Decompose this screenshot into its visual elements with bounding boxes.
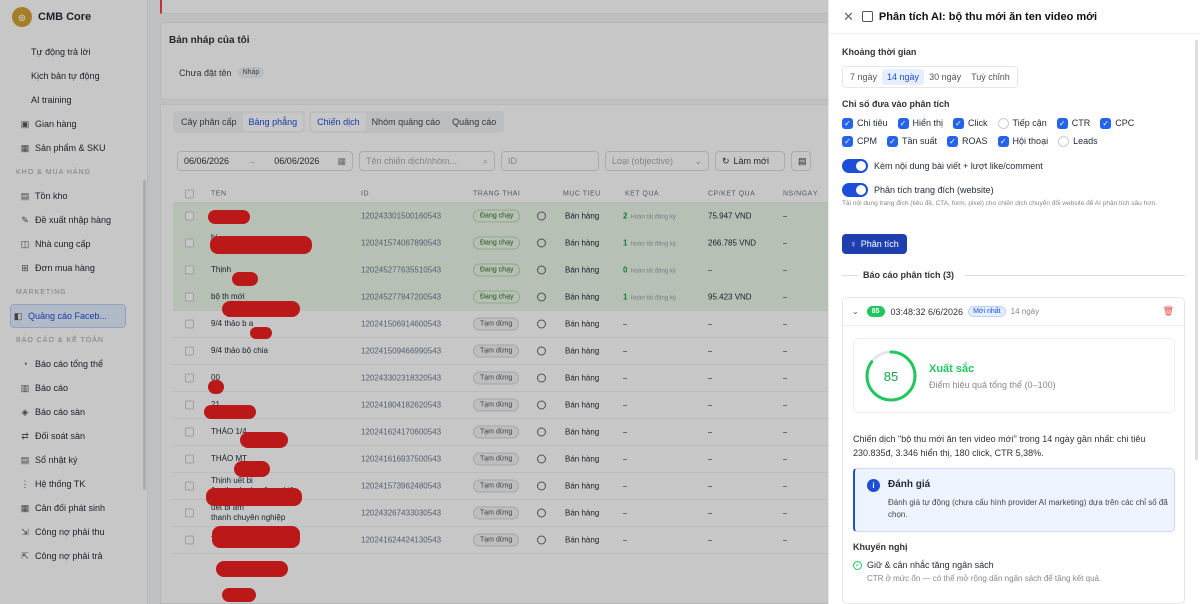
report-card-header[interactable]: ⌄ 85 03:48:32 6/6/2026 Mới nhất 14 ngày …	[843, 298, 1184, 326]
drawer-header: ✕ Phân tích AI: bộ thu mới ăn ten video …	[829, 0, 1200, 34]
chevron-down-icon[interactable]: ⌄	[852, 307, 859, 316]
newest-badge: Mới nhất	[968, 306, 1006, 317]
app-root: ◎ CMB Core Tự động trả lời Kịch bản tự độ…	[0, 0, 1200, 604]
reports-title: Báo cáo phân tích (3)	[863, 270, 955, 280]
divider	[965, 275, 1185, 276]
drawer-scrollbar[interactable]	[1195, 40, 1198, 460]
metric-label: Leads	[1073, 136, 1098, 146]
divider	[842, 275, 858, 276]
landing-page-hint: Tải nội dung trang đích (tiêu đề, CTA, f…	[842, 200, 1157, 207]
checkbox-checked-icon[interactable]: ✓	[842, 117, 853, 129]
checkbox-empty-icon[interactable]	[997, 117, 1009, 129]
recommendation-detail: CTR ở mức ổn — có thể mở rộng dần ngân s…	[867, 574, 1102, 583]
period-7[interactable]: 7 ngày	[845, 69, 882, 85]
checkbox-checked-icon[interactable]: ✓	[842, 135, 853, 147]
grade-subtitle: Điểm hiệu quả tổng thể (0–100)	[929, 380, 1056, 390]
period-30[interactable]: 30 ngày	[924, 69, 966, 85]
checkbox-empty-icon[interactable]	[1058, 135, 1070, 147]
metric-checkbox[interactable]: Leads	[1058, 135, 1098, 147]
metrics-checkboxes: ✓ Chi tiêu ✓ Hiển thị ✓ Click Tiếp cận ✓ CTR ✓ CPC…	[842, 117, 1182, 147]
toggle-post-content[interactable]: Kèm nội dung bài viết + lượt like/commen…	[842, 159, 1043, 173]
metric-checkbox[interactable]: ✓ Click	[953, 117, 988, 129]
trash-icon[interactable]: 🗑	[1163, 306, 1174, 317]
period-14[interactable]: 14 ngày	[882, 69, 925, 85]
lightbulb-icon: ♀	[850, 239, 857, 249]
report-summary: Chiến dịch "bộ thu mới ăn ten video mới"…	[853, 434, 1146, 458]
period-label: Khoảng thời gian	[842, 47, 917, 57]
toggle-switch[interactable]	[842, 183, 868, 197]
check-circle-icon: ✓	[853, 560, 862, 570]
metric-label: CTR	[1071, 118, 1091, 128]
report-days: 14 ngày	[1010, 307, 1040, 316]
metric-checkbox[interactable]: ✓ Tần suất	[887, 135, 937, 147]
recommendation-title: Khuyến nghị	[853, 542, 908, 552]
info-icon: i	[867, 479, 880, 492]
evaluation-text: Đánh giá tự động (chưa cấu hình provider…	[888, 498, 1168, 519]
metric-label: ROAS	[962, 136, 988, 146]
toggle-landing-page[interactable]: Phân tích trang đích (website)	[842, 183, 994, 197]
grade-label: Xuất sắc	[929, 363, 975, 375]
toggle-landing-page-label: Phân tích trang đích (website)	[874, 185, 994, 195]
metric-checkbox[interactable]: Tiếp cận	[997, 117, 1047, 129]
modal-backdrop[interactable]	[0, 0, 828, 604]
evaluation-title: Đánh giá	[888, 479, 931, 490]
score-number: 85	[883, 368, 899, 384]
drawer-title: Phân tích AI: bộ thu mới ăn ten video mớ…	[878, 10, 1098, 23]
metric-label: Tần suất	[902, 136, 938, 146]
close-icon[interactable]: ✕	[843, 9, 854, 25]
document-icon	[861, 11, 873, 22]
score-badge: 85	[866, 306, 885, 317]
metric-checkbox[interactable]: ✓ Hiển thị	[897, 117, 944, 129]
period-selector: 7 ngày 14 ngày 30 ngày Tuỳ chỉnh	[842, 66, 1018, 88]
checkbox-checked-icon[interactable]: ✓	[953, 117, 965, 129]
report-card: ⌄ 85 03:48:32 6/6/2026 Mới nhất 14 ngày …	[842, 297, 1185, 604]
evaluation-box: i Đánh giá Đánh giá tự động (chưa cấu hì…	[853, 468, 1175, 532]
metric-label: Tiếp cận	[1012, 118, 1047, 128]
toggle-post-content-label: Kèm nội dung bài viết + lượt like/commen…	[874, 161, 1043, 171]
checkbox-checked-icon[interactable]: ✓	[947, 135, 959, 147]
checkbox-checked-icon[interactable]: ✓	[887, 135, 898, 147]
checkbox-checked-icon[interactable]: ✓	[897, 117, 909, 129]
metric-label: CPM	[857, 136, 877, 146]
metric-label: Hiển thị	[912, 118, 944, 128]
metric-checkbox[interactable]: ✓ CPM	[842, 135, 877, 147]
checkbox-checked-icon[interactable]: ✓	[997, 135, 1009, 147]
metric-label: Hội thoại	[1012, 136, 1049, 146]
report-timestamp: 03:48:32 6/6/2026	[890, 306, 964, 317]
checkbox-checked-icon[interactable]: ✓	[1056, 117, 1068, 129]
metric-checkbox[interactable]: ✓ CTR	[1056, 117, 1091, 129]
metric-label: Click	[968, 118, 988, 128]
period-custom[interactable]: Tuỳ chỉnh	[966, 69, 1015, 85]
metrics-label: Chỉ số đưa vào phân tích	[842, 99, 950, 109]
score-box: 85 Xuất sắc Điểm hiệu quả tổng thể (0–10…	[853, 338, 1175, 413]
recommendation-item: ✓ Giữ & cân nhắc tăng ngân sách	[853, 560, 994, 570]
analyze-button[interactable]: ♀ Phân tích	[842, 234, 907, 254]
metric-checkbox[interactable]: ✓ Hội thoại	[997, 135, 1049, 147]
metric-label: Chi tiêu	[857, 118, 888, 128]
analyze-label: Phân tích	[860, 239, 899, 249]
recommendation-label: Giữ & cân nhắc tăng ngân sách	[867, 560, 994, 570]
metric-checkbox[interactable]: ✓ ROAS	[947, 135, 988, 147]
ai-analysis-drawer: ✕ Phân tích AI: bộ thu mới ăn ten video …	[828, 0, 1200, 604]
metric-checkbox[interactable]: ✓ CPC	[1100, 117, 1134, 129]
toggle-switch[interactable]	[842, 159, 868, 173]
metric-checkbox[interactable]: ✓ Chi tiêu	[842, 117, 888, 129]
checkbox-checked-icon[interactable]: ✓	[1100, 117, 1112, 129]
metric-label: CPC	[1115, 118, 1135, 128]
